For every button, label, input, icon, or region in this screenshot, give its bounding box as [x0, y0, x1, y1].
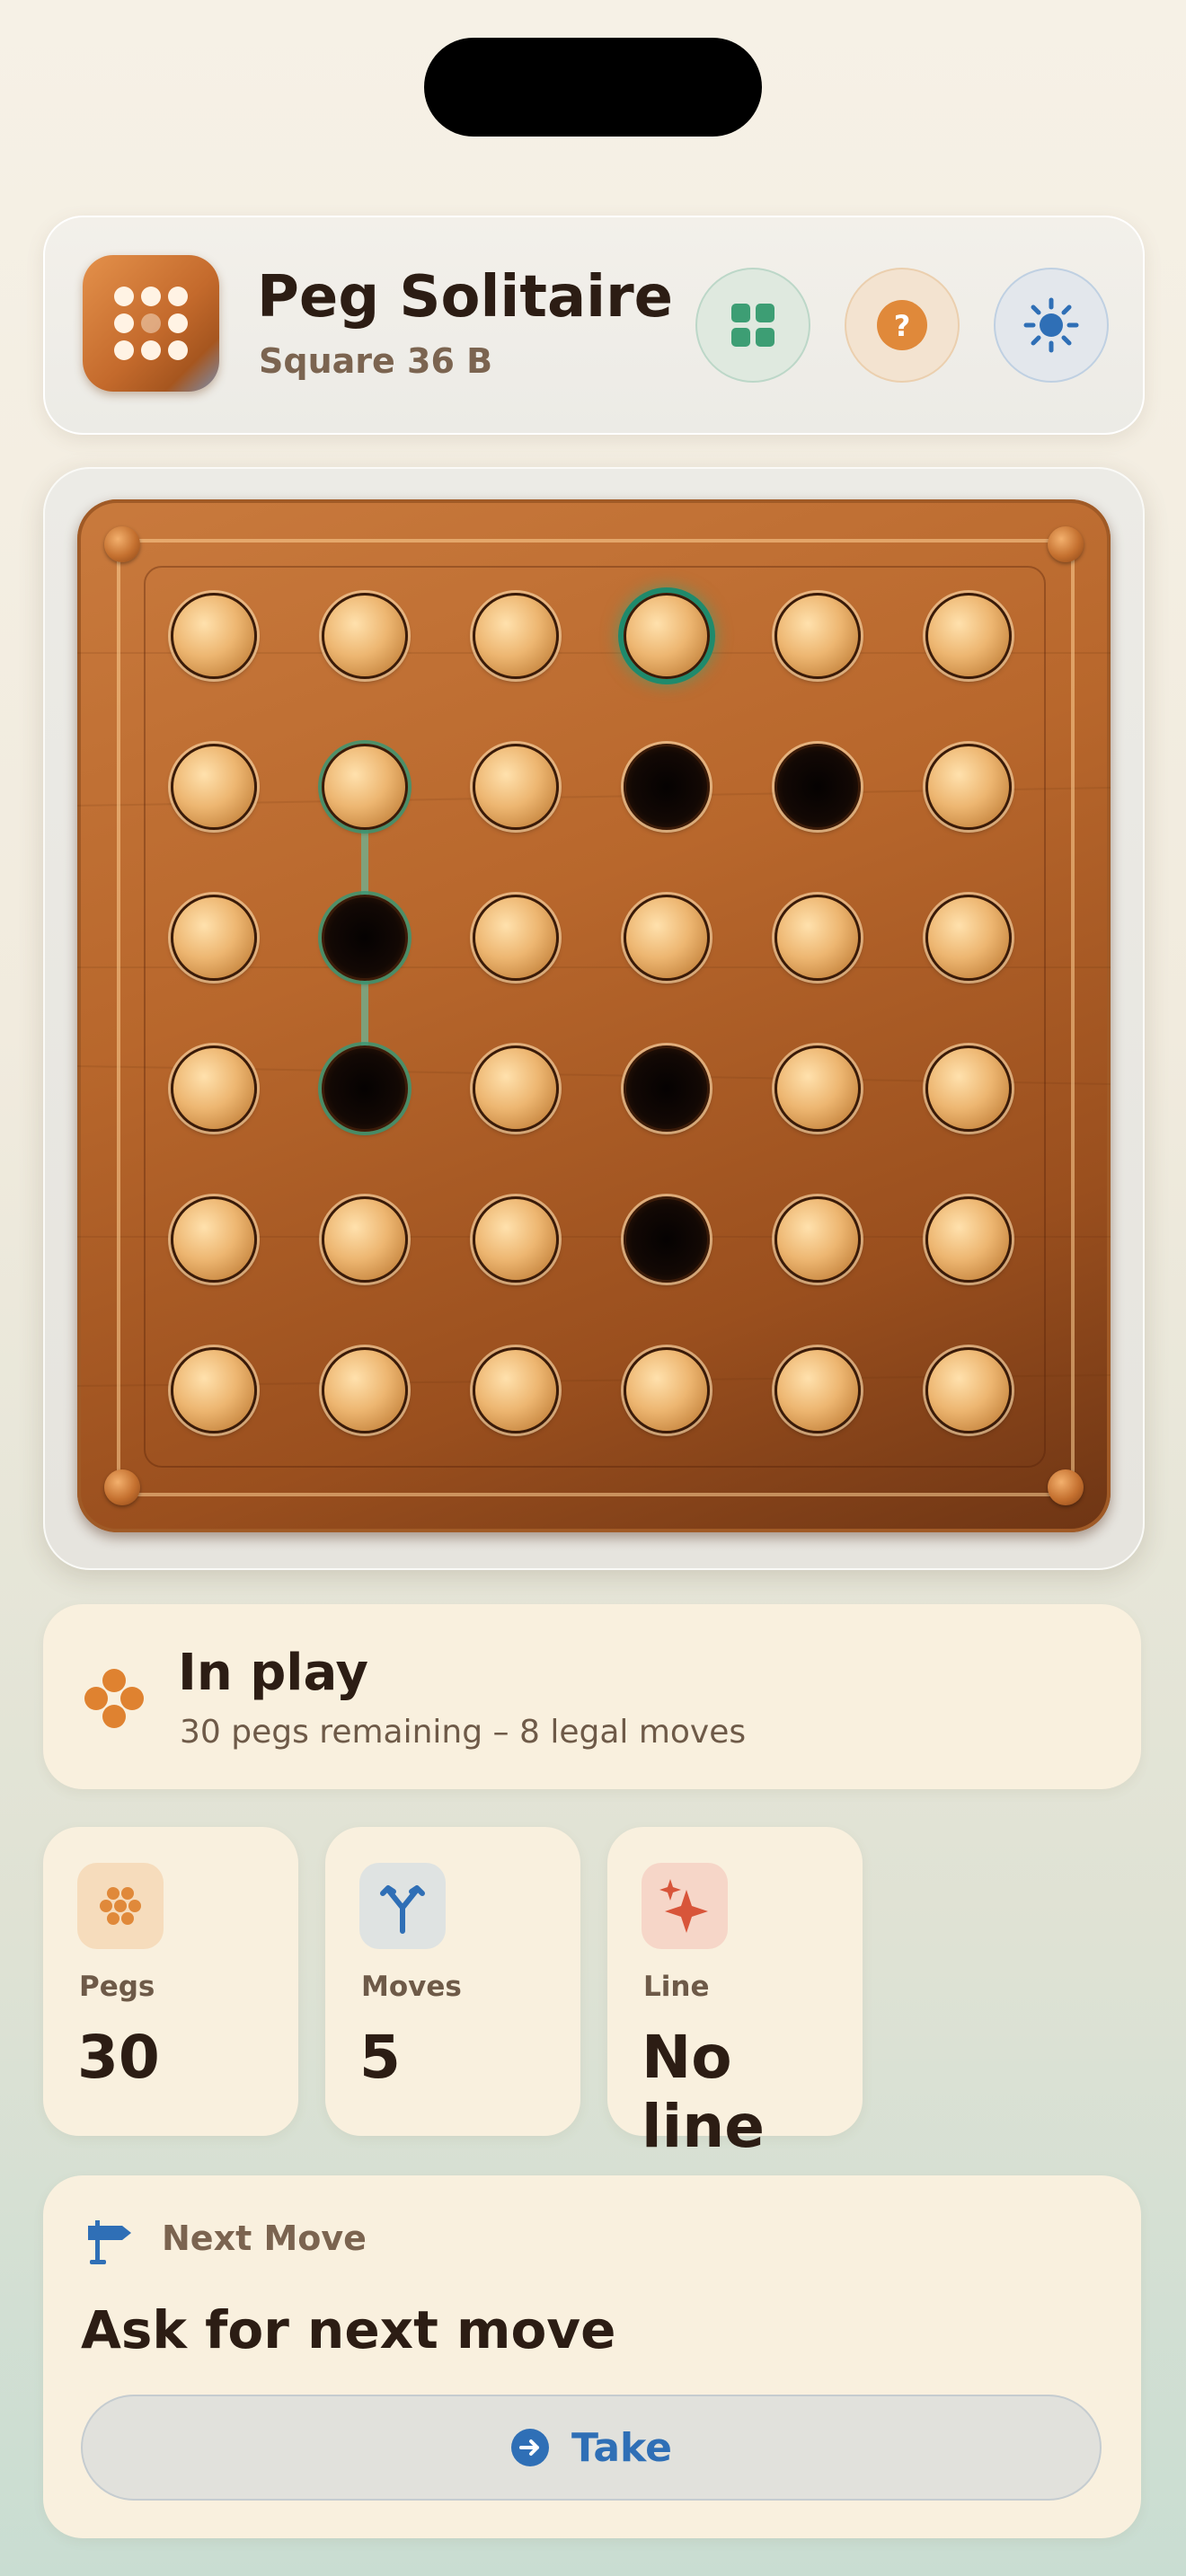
game-board	[77, 499, 1111, 1532]
next-move-card: Next Move Ask for next move Take	[43, 2175, 1141, 2538]
peg[interactable]	[171, 895, 257, 981]
layout-button[interactable]	[695, 268, 810, 383]
peg[interactable]	[473, 744, 559, 830]
sparkle-icon	[642, 1863, 728, 1949]
stat-card-pegs: Pegs 30	[43, 1827, 298, 2136]
peg[interactable]	[473, 895, 559, 981]
next-move-title: Ask for next move	[81, 2299, 616, 2360]
peg[interactable]	[171, 1045, 257, 1132]
corner-screw-bottom-right	[1048, 1469, 1084, 1505]
theme-button[interactable]	[994, 268, 1109, 383]
empty-hole[interactable]	[624, 1045, 710, 1132]
svg-text:?: ?	[894, 309, 911, 343]
app-logo-icon	[83, 255, 219, 392]
peg[interactable]	[925, 895, 1012, 981]
corner-screw-top-right	[1048, 526, 1084, 562]
signpost-icon	[88, 2220, 131, 2264]
peg[interactable]	[925, 1347, 1012, 1434]
pegs-icon	[77, 1863, 164, 1949]
stat-label: Line	[643, 1971, 710, 2003]
peg[interactable]	[322, 593, 408, 679]
sun-icon	[1023, 297, 1079, 353]
empty-hole[interactable]	[624, 1196, 710, 1283]
stat-value: 30	[77, 2023, 160, 2092]
peg[interactable]	[171, 1347, 257, 1434]
peg[interactable]	[774, 1347, 861, 1434]
peg[interactable]	[171, 1196, 257, 1283]
empty-hole[interactable]	[322, 1045, 408, 1132]
stat-label: Moves	[361, 1971, 462, 2003]
peg[interactable]	[322, 1196, 408, 1283]
board-container	[43, 467, 1145, 1570]
next-move-label: Next Move	[162, 2219, 367, 2258]
peg[interactable]	[774, 593, 861, 679]
empty-hole[interactable]	[774, 744, 861, 830]
stat-value: No line	[642, 2023, 765, 2161]
stat-label: Pegs	[79, 1971, 155, 2003]
header-card: Peg Solitaire Square 36 B ?	[43, 216, 1145, 435]
empty-hole[interactable]	[624, 744, 710, 830]
help-icon: ?	[877, 300, 927, 350]
board-inner-border	[144, 566, 1046, 1468]
peg[interactable]	[925, 1045, 1012, 1132]
peg[interactable]	[624, 1347, 710, 1434]
peg[interactable]	[774, 1196, 861, 1283]
peg[interactable]	[171, 593, 257, 679]
empty-hole[interactable]	[322, 895, 408, 981]
status-card: In play 30 pegs remaining – 8 legal move…	[43, 1604, 1141, 1789]
stat-value: 5	[359, 2023, 401, 2092]
take-button-label: Take	[571, 2424, 672, 2471]
corner-screw-bottom-left	[104, 1469, 140, 1505]
board-variant: Square 36 B	[259, 341, 493, 381]
peg[interactable]	[925, 1196, 1012, 1283]
peg[interactable]	[473, 1347, 559, 1434]
grid-icon	[731, 304, 774, 347]
peg[interactable]	[322, 1347, 408, 1434]
game-status-detail: 30 pegs remaining – 8 legal moves	[180, 1714, 747, 1751]
pegs-cluster-icon	[84, 1669, 144, 1728]
game-status-title: In play	[178, 1644, 369, 1702]
fork-icon	[359, 1863, 446, 1949]
peg[interactable]	[473, 1045, 559, 1132]
peg[interactable]	[322, 744, 408, 830]
corner-screw-top-left	[104, 526, 140, 562]
peg[interactable]	[774, 1045, 861, 1132]
peg[interactable]	[473, 593, 559, 679]
peg[interactable]	[473, 1196, 559, 1283]
take-button[interactable]: Take	[81, 2395, 1102, 2501]
peg[interactable]	[171, 744, 257, 830]
peg[interactable]	[624, 593, 710, 679]
help-button[interactable]: ?	[845, 268, 960, 383]
arrow-right-circle-icon	[511, 2429, 550, 2466]
dynamic-island	[424, 38, 762, 137]
stat-card-moves: Moves 5	[325, 1827, 580, 2136]
app-title: Peg Solitaire	[257, 264, 674, 331]
peg[interactable]	[925, 593, 1012, 679]
peg[interactable]	[925, 744, 1012, 830]
peg[interactable]	[624, 895, 710, 981]
peg[interactable]	[774, 895, 861, 981]
stat-card-line: Line No line	[607, 1827, 863, 2161]
